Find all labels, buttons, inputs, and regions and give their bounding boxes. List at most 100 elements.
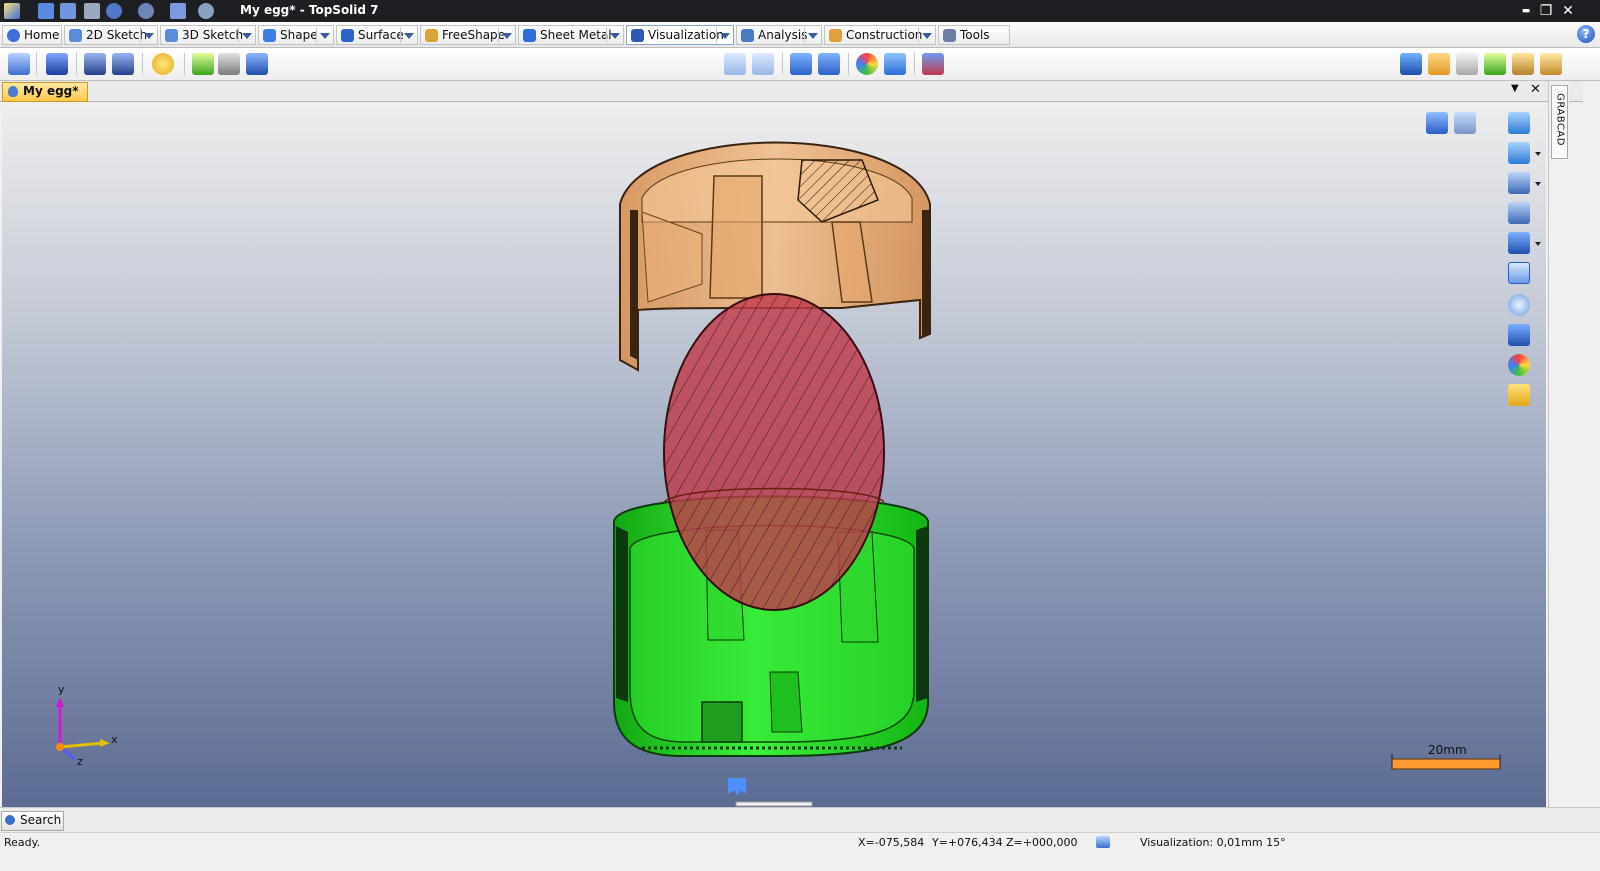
minimize-button[interactable]: ▬ bbox=[1516, 2, 1536, 20]
camera-view-icon[interactable] bbox=[1508, 172, 1530, 194]
print-icon[interactable] bbox=[84, 3, 100, 19]
view-orient-icon[interactable] bbox=[1428, 53, 1450, 75]
document-close-icon[interactable]: ✕ bbox=[1530, 82, 1541, 97]
view-render-icon[interactable] bbox=[1540, 53, 1562, 75]
3d-viewport[interactable]: y x z 20mm bbox=[2, 102, 1546, 807]
document-menu-icon[interactable]: ▼ bbox=[1511, 83, 1519, 94]
box-open-icon[interactable] bbox=[790, 53, 812, 75]
visualization-toolbar bbox=[0, 48, 1600, 81]
chevron-down-icon[interactable] bbox=[238, 27, 254, 43]
sheet-metal-icon bbox=[523, 29, 536, 42]
toolbar-separator bbox=[914, 53, 915, 75]
align-right-icon[interactable] bbox=[752, 53, 774, 75]
walk-icon[interactable] bbox=[1508, 202, 1530, 224]
color-palette-icon[interactable] bbox=[856, 53, 878, 75]
document-tab-my-egg[interactable]: My egg* bbox=[2, 82, 88, 102]
status-message: Ready. bbox=[4, 836, 41, 849]
coord-z: Z=+000,000 bbox=[1006, 836, 1078, 849]
axis-x-label: x bbox=[111, 733, 118, 746]
coord-y: Y=+076,434 bbox=[932, 836, 1003, 849]
close-button[interactable]: ✕ bbox=[1558, 2, 1578, 20]
view-box-icon[interactable] bbox=[1426, 112, 1448, 134]
tab-shape[interactable]: Shape bbox=[258, 25, 334, 45]
palette-icon[interactable] bbox=[1508, 354, 1530, 376]
app-menu-icon[interactable] bbox=[4, 3, 20, 19]
zoom-icon[interactable] bbox=[1508, 294, 1530, 316]
section-view-icon[interactable] bbox=[922, 53, 944, 75]
chevron-down-icon[interactable] bbox=[498, 27, 514, 43]
rotate-icon[interactable] bbox=[1508, 142, 1530, 164]
help-question-icon[interactable] bbox=[1508, 384, 1530, 406]
align-left-icon[interactable] bbox=[724, 53, 746, 75]
view-section-icon[interactable] bbox=[1484, 53, 1506, 75]
chevron-down-icon[interactable] bbox=[918, 27, 934, 43]
tab-3d-sketch[interactable]: 3D Sketch bbox=[160, 25, 256, 45]
help-icon[interactable]: ? bbox=[1577, 25, 1595, 43]
pointer-icon bbox=[728, 778, 746, 796]
screens-icon[interactable] bbox=[246, 53, 268, 75]
pen-icon[interactable] bbox=[170, 3, 186, 19]
window-title: My egg* - TopSolid 7 bbox=[240, 3, 379, 17]
toolbar-separator bbox=[848, 53, 849, 75]
undo-icon[interactable] bbox=[106, 3, 122, 19]
chevron-down-icon[interactable] bbox=[716, 27, 732, 43]
refresh-icon[interactable] bbox=[198, 3, 214, 19]
chevron-down-icon[interactable] bbox=[316, 27, 332, 43]
axis-triad bbox=[56, 697, 110, 761]
pencil-3d-icon bbox=[165, 29, 178, 42]
model-view[interactable] bbox=[2, 102, 1546, 807]
hide-icon[interactable] bbox=[112, 53, 134, 75]
tools-icon bbox=[943, 29, 956, 42]
chevron-down-icon[interactable] bbox=[606, 27, 622, 43]
box-closed-icon[interactable] bbox=[818, 53, 840, 75]
filter-icon[interactable] bbox=[884, 53, 906, 75]
layers-icon[interactable] bbox=[8, 53, 30, 75]
chevron-down-icon[interactable] bbox=[1535, 242, 1541, 246]
tab-home[interactable]: Home bbox=[2, 25, 62, 45]
restore-button[interactable]: ❐ bbox=[1536, 2, 1556, 20]
chevron-down-icon[interactable] bbox=[1535, 152, 1541, 156]
chevron-down-icon[interactable] bbox=[140, 27, 156, 43]
chevron-down-icon[interactable] bbox=[1535, 182, 1541, 186]
lightbulb-icon[interactable] bbox=[152, 53, 174, 75]
viewport-marker bbox=[735, 801, 813, 807]
display-mode-icon[interactable] bbox=[46, 53, 68, 75]
axis-y-label: y bbox=[58, 683, 65, 696]
view-cube-icon[interactable] bbox=[1400, 53, 1422, 75]
grabcad-panel-tab[interactable]: GRABCAD bbox=[1551, 85, 1568, 159]
tab-surface[interactable]: Surface bbox=[336, 25, 418, 45]
title-bar: My egg* - TopSolid 7 ▬ ❐ ✕ bbox=[0, 0, 1600, 22]
zoom-window-icon[interactable] bbox=[1508, 262, 1530, 284]
standard-view-icon[interactable] bbox=[1508, 324, 1530, 346]
scale-label: 20mm bbox=[1428, 743, 1467, 757]
show-icon[interactable] bbox=[84, 53, 106, 75]
tab-tools[interactable]: Tools bbox=[938, 25, 1010, 45]
toolbar-separator bbox=[782, 53, 783, 75]
side-dock: GRABCAD bbox=[1548, 81, 1569, 807]
tab-sheet-metal[interactable]: Sheet Metal bbox=[518, 25, 624, 45]
search-button[interactable]: Search bbox=[1, 811, 64, 831]
save-icon[interactable] bbox=[38, 3, 54, 19]
redo-icon[interactable] bbox=[138, 3, 154, 19]
save-all-icon[interactable] bbox=[60, 3, 76, 19]
toolbar-separator bbox=[36, 53, 37, 75]
chevron-down-icon[interactable] bbox=[400, 27, 416, 43]
camera-icon[interactable] bbox=[218, 53, 240, 75]
chevron-down-icon[interactable] bbox=[804, 27, 820, 43]
view-material-icon[interactable] bbox=[1512, 53, 1534, 75]
view-wire-icon[interactable] bbox=[1456, 53, 1478, 75]
tab-2d-sketch[interactable]: 2D Sketch bbox=[64, 25, 158, 45]
egg-part[interactable] bbox=[663, 293, 885, 611]
tab-visualization[interactable]: Visualization bbox=[626, 25, 734, 45]
tab-construction[interactable]: Construction bbox=[824, 25, 936, 45]
surface-icon bbox=[341, 29, 354, 42]
visualization-icon[interactable] bbox=[1096, 836, 1110, 848]
pan-icon[interactable] bbox=[1508, 112, 1530, 134]
section-green-icon[interactable] bbox=[192, 53, 214, 75]
status-bar: Ready. X=-075,584 Y=+076,434 Z=+000,000 … bbox=[0, 832, 1600, 871]
view-box-settings-icon[interactable] bbox=[1454, 112, 1476, 134]
tab-analysis[interactable]: Analysis bbox=[736, 25, 822, 45]
tab-freeshape[interactable]: FreeShape bbox=[420, 25, 516, 45]
toolbar-separator bbox=[184, 53, 185, 75]
split-view-icon[interactable] bbox=[1508, 232, 1530, 254]
